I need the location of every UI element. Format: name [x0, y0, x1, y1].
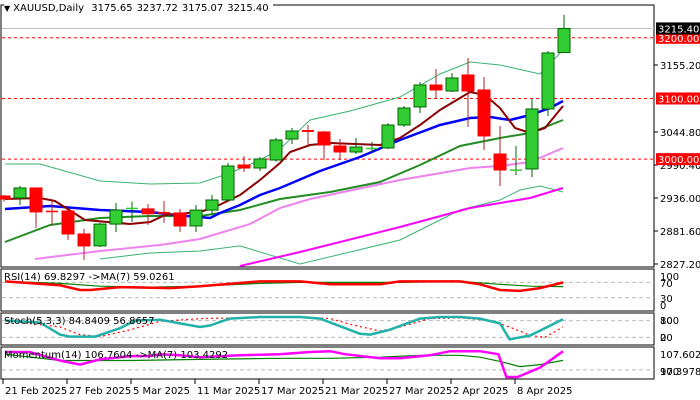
candle [381, 122, 395, 150]
bear-candle-body [237, 164, 251, 169]
bull-candle-body [221, 165, 235, 201]
bear-candle-body [77, 233, 91, 247]
candle [93, 222, 107, 248]
main-panel: 3155.203044.802990.402936.002881.602827.… [0, 4, 700, 271]
bull-candle-body [109, 209, 123, 225]
bull-candle-body [349, 146, 363, 153]
bull-candle-body [189, 209, 203, 227]
indicator-label: Stoch(5,3,3) 84.8409 56.8657 [4, 316, 155, 327]
candle [221, 162, 235, 202]
bull-candle-body [525, 108, 539, 170]
bull-candle-body [126, 207, 138, 210]
bear-candle-body [429, 84, 443, 91]
date-label: 11 Mar 2025 [197, 386, 260, 397]
date-label: 2 Apr 2025 [453, 386, 508, 397]
rsi-panel: RSI(14) 69.8297 ->MA(7) 59.0261 10070300 [0, 268, 679, 312]
current-price-tag: 3215.40 [658, 24, 699, 35]
bear-candle-body [461, 74, 475, 92]
chart-title: ▼ XAUUSD,Daily 3175.65 3237.72 3175.07 3215.… [4, 3, 273, 14]
stoch-panel: Stoch(5,3,3) 84.8409 56.8657 80100020 [0, 312, 679, 346]
bull-candle-body [557, 27, 571, 54]
bull-candle-body [13, 187, 27, 199]
candle [541, 50, 555, 117]
bear-candle-body [46, 210, 58, 213]
bear-candle-body [141, 208, 155, 215]
axis-label: 20 [660, 333, 673, 344]
bull-candle-body [253, 158, 267, 169]
bull-candle-body [445, 77, 459, 92]
bear-candle-body [0, 195, 11, 200]
ohlc-close: 3215.40 [227, 3, 269, 14]
bull-candle-body [285, 130, 299, 140]
bear-candle-body [29, 187, 43, 213]
bull-candle-body [366, 147, 378, 150]
date-label: 21 Mar 2025 [325, 386, 388, 397]
bull-candle-body [397, 107, 411, 126]
price-chart[interactable]: 3155.203044.802990.402936.002881.602827.… [0, 0, 700, 400]
candle [397, 105, 411, 127]
dropdown-triangle-icon[interactable]: ▼ [4, 4, 10, 13]
bear-candle-body [317, 131, 331, 146]
bull-candle-body [381, 124, 395, 149]
bear-candle-body [493, 153, 507, 171]
bull-candle-body [93, 223, 107, 247]
bull-candle-body [205, 199, 219, 211]
indicator-label: Momentum(14) 106.7604 ->MA(7) 103.4292 [4, 350, 228, 361]
axis-label: 0 [660, 301, 666, 312]
ohlc-high: 3237.72 [136, 3, 178, 14]
bear-candle-body [61, 210, 75, 235]
bull-candle-body [269, 139, 283, 161]
bear-candle-body [477, 89, 491, 137]
momentum-panel: Momentum(14) 106.7604 ->MA(7) 103.4292 10… [0, 346, 700, 380]
candle [525, 99, 539, 177]
price-tick-label: 3155.20 [660, 61, 700, 72]
price-tick-label: 2827.20 [660, 260, 700, 271]
bull-candle-body [510, 169, 522, 171]
axis-label: 107.6029 [660, 350, 700, 361]
ohlc-low: 3175.07 [181, 3, 224, 14]
bear-candle-body [333, 145, 347, 153]
axis-label: 97.3978 [660, 367, 700, 378]
date-axis: 21 Feb 2025 27 Feb 2025 5 Mar 2025 11 Mar 2… [2, 379, 572, 397]
price-tick-label: 3044.80 [660, 128, 700, 139]
date-label: 21 Feb 2025 [5, 386, 67, 397]
symbol-label: XAUUSD,Daily [13, 3, 85, 14]
date-label: 27 Feb 2025 [69, 386, 131, 397]
axis-label: 70 [660, 279, 673, 290]
candle [269, 137, 283, 162]
bull-candle-body [541, 52, 555, 110]
price-tick-label: 2936.00 [660, 194, 700, 205]
date-label: 27 Mar 2025 [389, 386, 452, 397]
bear-candle-body [302, 130, 314, 132]
level-price-tag: 3100.00 [658, 94, 699, 105]
level-price-tag: 3000.00 [658, 155, 699, 166]
bear-candle-body [158, 211, 170, 214]
bear-candle-body [173, 212, 187, 227]
indicator-label: RSI(14) 69.8297 ->MA(7) 59.0261 [4, 272, 175, 283]
price-tick-label: 2881.60 [660, 227, 700, 238]
axis-label: 100 [660, 316, 679, 327]
bull-candle-body [413, 84, 427, 108]
date-label: 17 Mar 2025 [261, 386, 324, 397]
date-label: 8 Apr 2025 [517, 386, 572, 397]
ohlc-open: 3175.65 [91, 3, 133, 14]
date-label: 5 Mar 2025 [133, 386, 190, 397]
